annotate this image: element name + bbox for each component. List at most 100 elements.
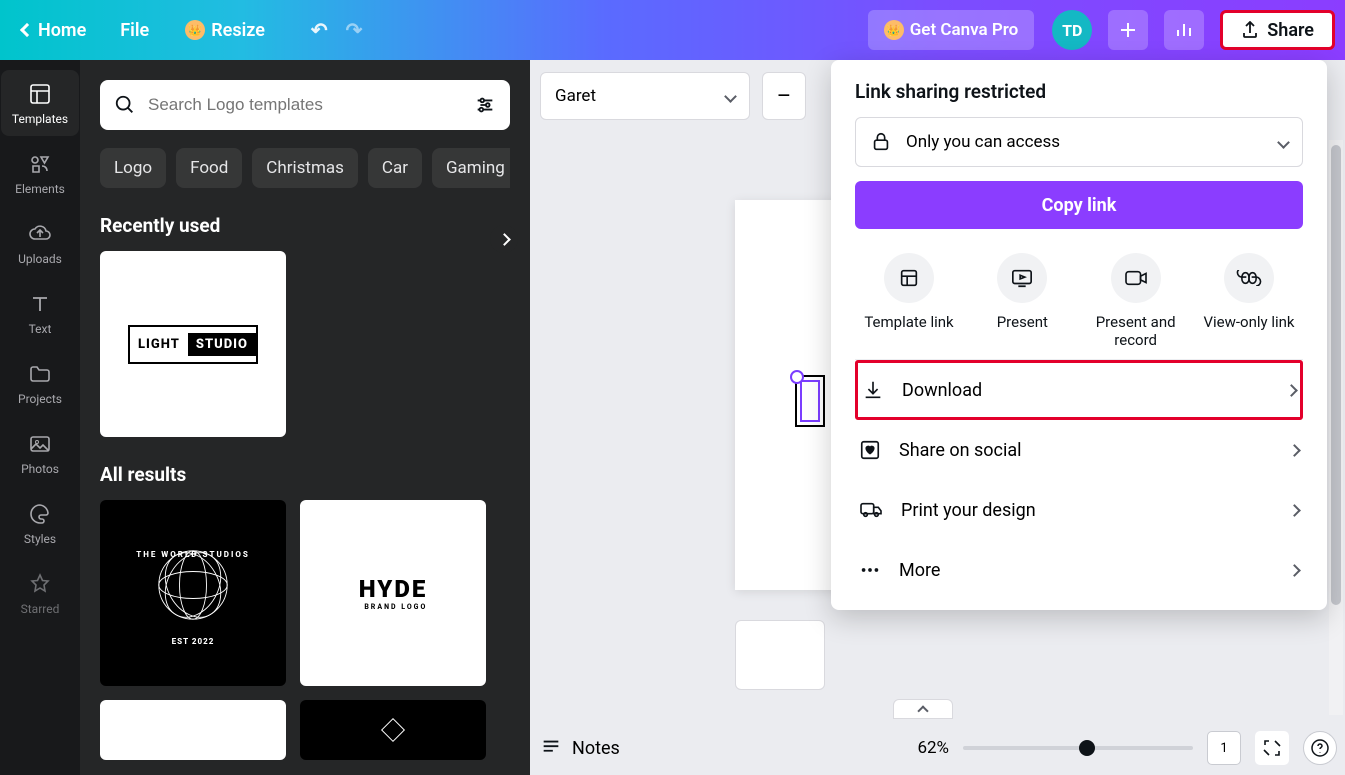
font-select[interactable]: Garet <box>540 72 750 120</box>
chevron-up-icon <box>917 705 928 716</box>
text-icon <box>28 292 52 316</box>
slider-knob[interactable] <box>1079 740 1095 756</box>
rail-elements[interactable]: Elements <box>1 140 79 206</box>
zoom-value[interactable]: 62% <box>917 738 949 758</box>
rail-label: Projects <box>18 392 62 406</box>
photo-icon <box>28 432 52 456</box>
redo-button[interactable]: ↷ <box>342 14 367 46</box>
analytics-button[interactable] <box>1164 10 1204 50</box>
view-only-button[interactable]: View-only link <box>1195 253 1303 349</box>
template-thumb-recent[interactable]: LIGHTSTUDIO <box>100 251 286 437</box>
side-rail: Templates Elements Uploads Text Projects… <box>0 60 80 775</box>
help-button[interactable] <box>1303 731 1337 765</box>
template-thumb[interactable] <box>100 700 286 760</box>
rail-photos[interactable]: Photos <box>1 420 79 486</box>
chevron-down-icon <box>1277 136 1290 149</box>
search-box[interactable] <box>100 80 510 130</box>
template-thumb[interactable] <box>300 700 486 760</box>
fullscreen-icon <box>1263 739 1281 757</box>
share-label: Share <box>1267 20 1314 41</box>
rail-projects[interactable]: Projects <box>1 350 79 416</box>
more-item[interactable]: More <box>855 540 1303 600</box>
chevron-left-icon <box>20 23 34 37</box>
template-link-button[interactable]: Template link <box>855 253 963 349</box>
uploads-icon <box>28 222 52 246</box>
selected-element[interactable] <box>795 375 825 427</box>
resize-button[interactable]: 👑 Resize <box>171 12 279 49</box>
share-title: Link sharing restricted <box>855 80 1303 103</box>
fullscreen-button[interactable] <box>1255 731 1289 765</box>
folder-icon <box>28 362 52 386</box>
more-icon <box>859 559 881 581</box>
zoom-slider[interactable] <box>963 746 1193 750</box>
search-input[interactable] <box>148 95 462 115</box>
templates-icon <box>28 82 52 106</box>
add-page-thumb[interactable] <box>735 620 825 690</box>
notes-button[interactable]: Notes <box>540 737 620 759</box>
rail-templates[interactable]: Templates <box>1 70 79 136</box>
chevron-right-icon <box>1288 444 1301 457</box>
resize-handle[interactable] <box>790 370 804 384</box>
access-select[interactable]: Only you can access <box>855 117 1303 167</box>
download-icon <box>862 379 884 401</box>
template-icon <box>898 267 920 289</box>
rail-label: Text <box>29 322 52 336</box>
download-item[interactable]: Download <box>855 360 1303 420</box>
home-button[interactable]: Home <box>10 12 98 49</box>
heart-icon <box>859 439 881 461</box>
scroll-thumb[interactable] <box>1331 145 1341 605</box>
rail-label: Uploads <box>18 252 62 266</box>
light-studio-logo: LIGHTSTUDIO <box>128 325 258 364</box>
add-collaborator-button[interactable] <box>1108 10 1148 50</box>
file-menu[interactable]: File <box>106 12 163 49</box>
elements-icon <box>28 152 52 176</box>
vertical-scrollbar[interactable] <box>1329 140 1343 715</box>
present-button[interactable]: Present <box>968 253 1076 349</box>
get-pro-button[interactable]: 👑 Get Canva Pro <box>868 10 1035 50</box>
notes-label: Notes <box>572 738 620 759</box>
tag-christmas[interactable]: Christmas <box>252 148 358 188</box>
camera-icon <box>1124 268 1148 288</box>
notes-icon <box>540 737 562 759</box>
rail-uploads[interactable]: Uploads <box>1 210 79 276</box>
tag-car[interactable]: Car <box>368 148 422 188</box>
search-icon <box>114 94 136 116</box>
rail-styles[interactable]: Styles <box>1 490 79 556</box>
palette-icon <box>28 502 52 526</box>
truck-icon <box>859 500 883 520</box>
star-icon <box>28 572 52 596</box>
tag-list: Logo Food Christmas Car Gaming <box>100 148 510 188</box>
print-label: Print your design <box>901 500 1036 521</box>
tag-gaming[interactable]: Gaming <box>432 148 510 188</box>
template-thumb-world[interactable]: THE WORLD STUDIOS EST 2022 <box>100 500 286 686</box>
social-label: Share on social <box>899 440 1022 461</box>
present-icon <box>1010 267 1034 289</box>
tags-scroll-right[interactable] <box>490 225 518 253</box>
lock-icon <box>870 131 892 153</box>
page-count-button[interactable]: 1 <box>1207 731 1241 765</box>
filter-icon[interactable] <box>474 94 496 116</box>
rail-starred[interactable]: Starred <box>1 560 79 626</box>
rail-label: Styles <box>24 532 56 546</box>
resize-label: Resize <box>211 20 265 41</box>
rail-text[interactable]: Text <box>1 280 79 346</box>
crown-icon: 👑 <box>884 20 904 40</box>
font-size-minus[interactable]: – <box>762 72 806 120</box>
copy-link-button[interactable]: Copy link <box>855 181 1303 229</box>
print-item[interactable]: Print your design <box>855 480 1303 540</box>
tag-logo[interactable]: Logo <box>100 148 166 188</box>
rail-label: Photos <box>21 462 59 476</box>
undo-button[interactable]: ↶ <box>307 14 332 46</box>
chevron-right-icon <box>1288 504 1301 517</box>
more-label: More <box>899 560 940 581</box>
template-thumb-hyde[interactable]: HYDE BRAND LOGO <box>300 500 486 686</box>
bottom-bar: Notes 62% 1 <box>540 721 1337 775</box>
present-record-button[interactable]: Present and record <box>1082 253 1190 349</box>
share-button[interactable]: Share <box>1220 10 1335 50</box>
chevron-right-icon <box>1285 384 1298 397</box>
tag-food[interactable]: Food <box>176 148 242 188</box>
access-label: Only you can access <box>906 132 1060 152</box>
share-social-item[interactable]: Share on social <box>855 420 1303 480</box>
pages-expand-button[interactable] <box>893 699 953 719</box>
avatar[interactable]: TD <box>1052 10 1092 50</box>
